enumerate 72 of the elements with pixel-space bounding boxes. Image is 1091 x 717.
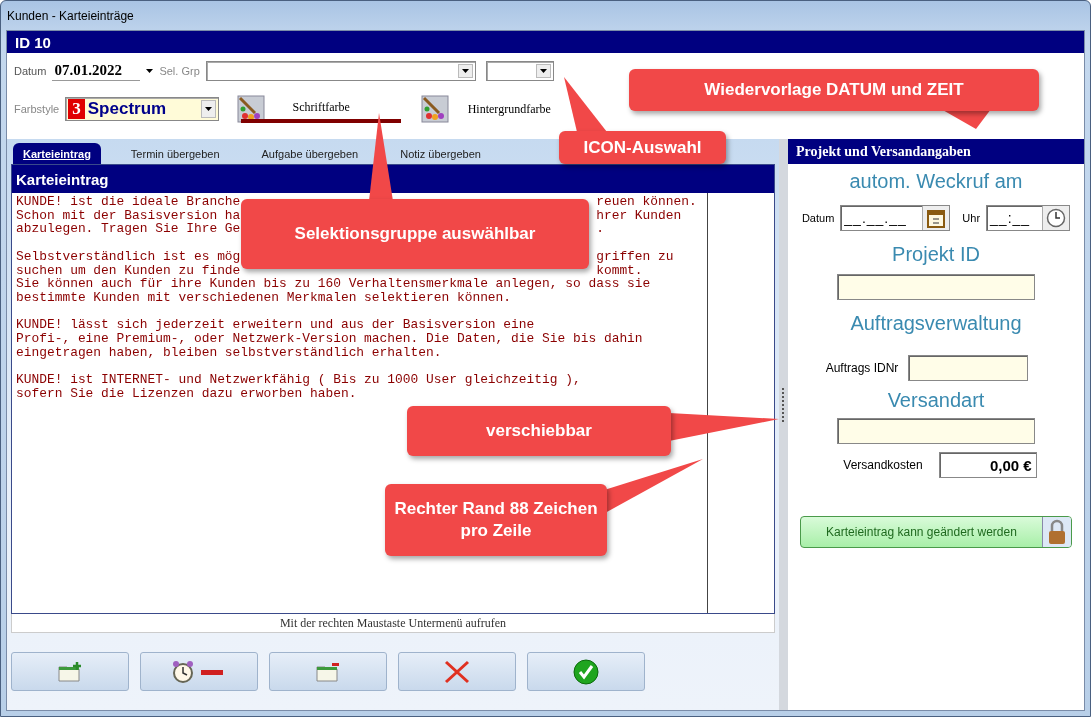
text-line: Sie können auch für ihre Kunden bis zu 160 Verhaltensmerkmale anlegen, so dass sie [16,277,651,291]
panel-title: Projekt und Versandangaben [788,139,1084,164]
section-heading: Versandart [887,389,985,412]
text-fragment: Schon mit der Basisversion ha [16,208,241,223]
text-line: KUNDE! lässt sich jederzeit erweitern und aus der Basisversion eine [16,318,535,332]
group-dropdown[interactable] [205,61,476,81]
record-header: ID 10 [7,31,1084,53]
text-fragment: kommt. [596,263,643,278]
callout: Selektionsgruppe auswählbar [241,199,589,269]
padlock-icon [1047,519,1067,545]
text-fragment: Selbstverständlich ist es mög [16,249,241,264]
group-label: Sel. Grp [159,65,200,77]
tab[interactable]: Termin übergeben [118,143,232,164]
lock-button[interactable]: Karteieintrag kann geändert werden [800,516,1072,548]
palette-icon [421,95,450,123]
icon-dropdown[interactable] [485,61,554,81]
date-label: Datum [801,212,835,224]
text-fragment: KUNDE! ist die ideale Branche [16,195,241,209]
shipping-field[interactable] [837,418,1035,444]
style-number: 3 [68,99,85,119]
palette-icon [237,95,266,123]
text-line: KUNDE! ist INTERNET- und Netzwerkfähig ( Bis zu 1000 User gleichzeitig ), [16,373,581,387]
delete-icon [444,659,470,684]
text-fragment: suchen um den Kunden zu finde [16,263,241,278]
date-label: Datum [14,65,47,77]
window-title: Kunden - Karteieinträge [7,8,134,23]
text-line: Profi-, eine Premium-, oder Netzwerk-Version machen. Die Daten, die Sie bis dahin [16,332,643,346]
shipping-cost-field[interactable]: 0,00 € [938,452,1037,478]
splitter-handle[interactable] [781,387,786,422]
clock-icon [1046,208,1067,228]
date-field[interactable]: 07.01.2022 [52,61,141,81]
toolbar-button[interactable] [140,652,258,691]
style-dropdown[interactable]: 3 Spectrum [65,97,220,121]
caret-icon [539,69,547,73]
shipping-cost-label: Versandkosten [843,458,923,472]
date-field[interactable]: __.__.__ [840,205,951,231]
toolbar-button[interactable] [398,652,516,691]
callout-pointer [564,77,607,132]
hint-text: Mit der rechten Maustaste Untermenü aufrufen [279,615,507,631]
text-fragment: abzulegen. Tragen Sie Ihre Ge [16,222,241,237]
text-fragment: . [596,222,604,237]
text-line: bestimmte Kunden mit verschiedenen Merkmalen selektieren können. [16,290,512,305]
background-color-label[interactable]: Hintergrundfarbe [449,101,570,117]
caret-icon [146,69,154,73]
order-id-label: Auftrags IDNr [825,361,899,375]
section-heading: Auftragsverwaltung [850,312,1022,335]
section-heading: autom. Weckruf am [849,170,1023,193]
callout: Rechter Rand 88 Zeichen pro Zeile [385,484,607,556]
time-label: Uhr [962,212,981,224]
new-folder-icon [58,661,82,682]
tab[interactable]: Aufgabe übergeben [249,143,371,164]
order-id-field[interactable] [908,355,1029,381]
text-fragment: hrer Kunden [596,208,682,223]
project-id-field[interactable] [837,274,1035,300]
checkmark-icon [573,658,599,685]
text-fragment: reuen können. [596,195,697,209]
section-heading: Projekt ID [892,243,980,266]
text-line: sofern Sie die Lizenzen dazu erworben haben. [16,386,357,401]
toolbar-button[interactable] [527,652,645,691]
caret-icon [205,107,213,111]
font-color-label[interactable]: Schriftfarbe [241,100,402,115]
tab[interactable]: Notiz übergeben [388,143,493,164]
editor-title: Karteieintrag [12,165,774,193]
text-line: eingetragen haben, bleiben selbstverständlich erhalten. [16,345,442,360]
calendar-icon [927,208,946,228]
caret-icon [461,69,469,73]
time-field[interactable]: __:__ [986,205,1071,231]
folder-remove-icon [316,661,340,682]
tab[interactable]: Karteieintrag [13,143,101,164]
style-label: Farbstyle [14,103,60,115]
style-name: Spectrum [87,99,168,119]
text-fragment: griffen zu [596,249,674,264]
